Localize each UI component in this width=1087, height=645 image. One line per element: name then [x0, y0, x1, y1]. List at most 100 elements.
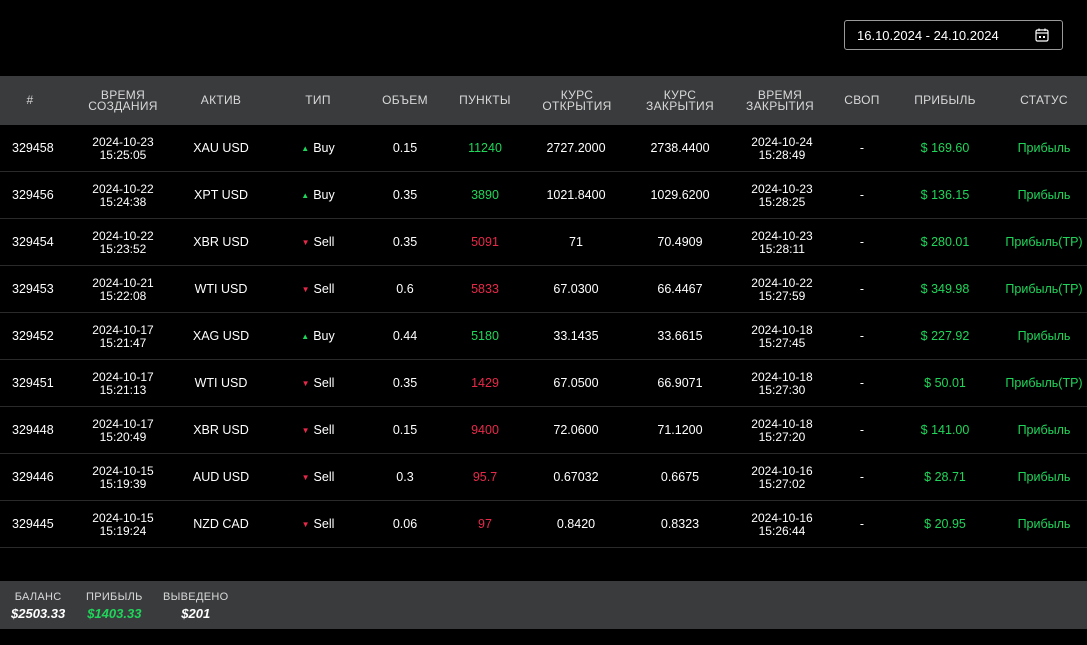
asset: WTI USD: [194, 376, 248, 390]
created-date: 2024-10-17: [92, 369, 154, 384]
points: 95.7: [472, 470, 498, 484]
close-date: 2024-10-22: [751, 275, 813, 290]
swap: -: [859, 188, 865, 202]
close-time: 2024-10-18 15:27:45: [751, 313, 812, 360]
withdrawn-label: ВЫВЕДЕНО: [163, 591, 229, 603]
header-close-time: ВРЕМЯ ЗАКРЫТИЯ: [746, 87, 814, 113]
volume: 0.3: [396, 470, 414, 484]
trade-type: ▼ Sell: [302, 454, 335, 501]
header-swap: СВОП: [844, 93, 880, 107]
status-badge: Прибыль: [1017, 423, 1071, 437]
triangle-down-icon: ▼: [301, 520, 310, 529]
profit: $ 169.60: [920, 141, 970, 155]
profit: $ 28.71: [924, 470, 966, 484]
trade-type: ▼ Sell: [302, 407, 335, 454]
swap: -: [859, 376, 865, 390]
trade-id: 329458: [12, 141, 54, 155]
table-row[interactable]: 329454 2024-10-22 15:23:52 XBR USD ▼ Sell 0.35…: [0, 219, 1087, 266]
open-rate: 67.0500: [553, 376, 599, 390]
close-date: 2024-10-23: [751, 228, 813, 243]
volume: 0.44: [392, 329, 418, 343]
profit: $ 20.95: [924, 517, 966, 531]
created-date: 2024-10-17: [92, 322, 154, 337]
volume: 0.15: [392, 423, 418, 437]
trade-type-label: Sell: [313, 470, 335, 484]
created-time: 2024-10-22 15:24:38: [92, 172, 153, 219]
table-row[interactable]: 329451 2024-10-17 15:21:13 WTI USD ▼ Sell 0.35…: [0, 360, 1087, 407]
open-rate: 67.0300: [553, 282, 599, 296]
trade-type-label: Sell: [313, 235, 335, 249]
created-date: 2024-10-17: [92, 416, 154, 431]
created-date: 2024-10-22: [92, 228, 154, 243]
asset: XBR USD: [193, 423, 249, 437]
header-volume: ОБЪЕМ: [382, 93, 428, 107]
header-points: ПУНКТЫ: [459, 93, 511, 107]
asset: AUD USD: [192, 470, 250, 484]
balance-summary: БАЛАНС $2503.33: [11, 590, 65, 622]
account-summary: БАЛАНС $2503.33 ПРИБЫЛЬ $1403.33 ВЫВЕДЕН…: [0, 581, 1087, 629]
trade-id: 329452: [12, 329, 54, 343]
trade-type-label: Buy: [313, 188, 335, 202]
created-clock: 15:19:39: [99, 476, 147, 491]
profit: $ 349.98: [920, 282, 970, 296]
table-row[interactable]: 329452 2024-10-17 15:21:47 XAG USD ▲ Buy 0.44 5…: [0, 313, 1087, 360]
balance-value: $2503.33: [11, 606, 66, 621]
table-row[interactable]: 329453 2024-10-21 15:22:08 WTI USD ▼ Sell 0.6 5…: [0, 266, 1087, 313]
header-type: ТИП: [305, 93, 331, 107]
created-clock: 15:25:05: [99, 147, 147, 162]
close-clock: 15:26:44: [758, 523, 806, 538]
points: 5833: [471, 282, 499, 296]
created-time: 2024-10-17 15:20:49: [92, 407, 153, 454]
points: 1429: [471, 376, 499, 390]
profit-label: ПРИБЫЛЬ: [86, 591, 143, 603]
trade-id: 329454: [12, 235, 54, 249]
asset: NZD CAD: [193, 517, 249, 531]
profit-summary: ПРИБЫЛЬ $1403.33: [86, 590, 143, 622]
profit: $ 141.00: [920, 423, 970, 437]
trade-id: 329445: [12, 517, 54, 531]
trade-type: ▼ Sell: [302, 266, 335, 313]
close-time: 2024-10-23 15:28:25: [751, 172, 812, 219]
close-time: 2024-10-18 15:27:30: [751, 360, 812, 407]
calendar-icon[interactable]: [1035, 28, 1049, 42]
created-time: 2024-10-23 15:25:05: [92, 125, 153, 172]
close-clock: 15:27:59: [758, 288, 806, 303]
status-badge: Прибыль: [1017, 141, 1071, 155]
close-date: 2024-10-16: [751, 463, 813, 478]
table-row[interactable]: 329448 2024-10-17 15:20:49 XBR USD ▼ Sell 0.15…: [0, 407, 1087, 454]
triangle-down-icon: ▼: [301, 473, 310, 482]
created-clock: 15:19:24: [99, 523, 147, 538]
balance-label: БАЛАНС: [14, 591, 62, 603]
swap: -: [859, 282, 865, 296]
table-row[interactable]: 329446 2024-10-15 15:19:39 AUD USD ▼ Sell 0.3 9…: [0, 454, 1087, 501]
points: 11240: [468, 141, 502, 155]
asset: XBR USD: [193, 235, 249, 249]
trade-type-label: Sell: [313, 423, 335, 437]
table-row[interactable]: 329458 2024-10-23 15:25:05 XAU USD ▲ Buy 0.15 1…: [0, 125, 1087, 172]
table-row[interactable]: 329445 2024-10-15 15:19:24 NZD CAD ▼ Sell 0.06…: [0, 501, 1087, 548]
created-time: 2024-10-15 15:19:24: [92, 501, 153, 548]
triangle-down-icon: ▼: [301, 426, 310, 435]
date-range-value: 16.10.2024 - 24.10.2024: [857, 27, 999, 43]
volume: 0.35: [392, 235, 418, 249]
trade-type: ▼ Sell: [302, 219, 335, 266]
created-time: 2024-10-17 15:21:13: [92, 360, 153, 407]
created-clock: 15:21:47: [99, 335, 147, 350]
date-range-picker[interactable]: 16.10.2024 - 24.10.2024: [844, 20, 1063, 50]
header-number: #: [26, 93, 34, 107]
close-date: 2024-10-16: [751, 510, 813, 525]
trade-id: 329453: [12, 282, 54, 296]
trade-id: 329448: [12, 423, 54, 437]
close-time: 2024-10-24 15:28:49: [751, 125, 812, 172]
open-rate: 0.8420: [556, 517, 596, 531]
swap: -: [859, 141, 865, 155]
created-time: 2024-10-21 15:22:08: [92, 266, 153, 313]
header-close-rate: КУРС ЗАКРЫТИЯ: [646, 87, 714, 113]
created-date: 2024-10-15: [92, 463, 154, 478]
created-date: 2024-10-23: [92, 134, 154, 149]
close-rate: 0.8323: [660, 517, 700, 531]
close-time: 2024-10-23 15:28:11: [751, 219, 812, 266]
close-time: 2024-10-16 15:26:44: [751, 501, 812, 548]
points: 5180: [471, 329, 499, 343]
table-row[interactable]: 329456 2024-10-22 15:24:38 XPT USD ▲ Buy 0.35 3…: [0, 172, 1087, 219]
